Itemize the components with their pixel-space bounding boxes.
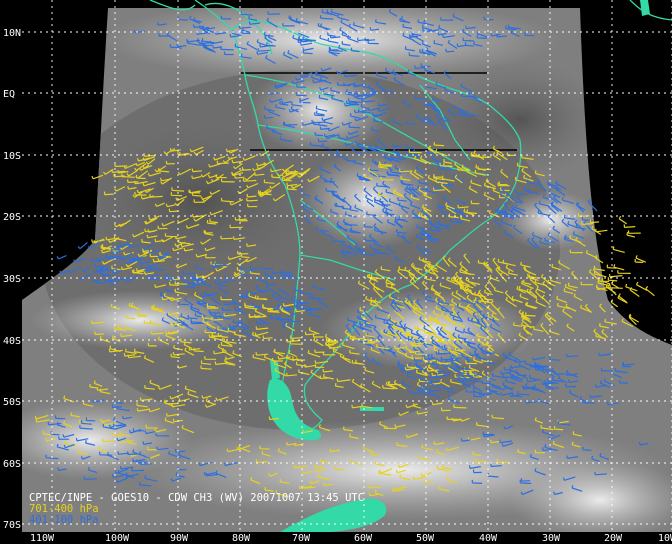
longitude-label: 30W [542,533,561,544]
latitude-label: 10N [3,28,21,39]
wind-barb [623,224,636,228]
longitude-label: 70W [292,533,311,544]
wind-barb [629,287,640,297]
wind-barb [645,286,655,297]
wind-barb [627,230,641,234]
wind-barb [618,215,628,225]
wind-barb [607,277,618,282]
longitude-label: 100W [105,533,130,544]
longitude-label: 40W [479,533,498,544]
latitude-label: EQ [3,89,15,100]
longitude-label: 20W [604,533,623,544]
latitude-label: 60S [3,459,21,470]
wind-barb [617,270,631,274]
wind-barb [595,228,608,233]
latitude-label: 30S [3,274,21,285]
wind-barb [613,264,625,271]
latitude-label: 50S [3,397,21,408]
wind-barb [608,273,623,278]
latitude-label: 10S [3,151,21,162]
legend-item-high-level: 401-100 hPa [29,514,99,526]
wind-barb [612,246,625,253]
wind-barb [635,255,646,263]
longitude-label: 50W [416,533,435,544]
wind-barb [635,281,648,292]
longitude-label: 60W [354,533,373,544]
longitude-label: 80W [232,533,251,544]
wind-barb [77,241,88,250]
latitude-label: 20S [3,212,21,223]
bottom-axis-strip [0,532,672,544]
satellite-wind-map: 10N EQ 10S 20S 30S 40S 50S 60S 70S 110W 100W 90W 80… [0,0,672,544]
latitude-label: 40S [3,336,21,347]
wind-barb [56,255,67,260]
wind-barb [628,313,639,323]
longitude-label: 10W [658,533,672,544]
latitude-label: 70S [3,520,21,531]
longitude-label: 90W [170,533,189,544]
longitude-label: 110W [30,533,55,544]
